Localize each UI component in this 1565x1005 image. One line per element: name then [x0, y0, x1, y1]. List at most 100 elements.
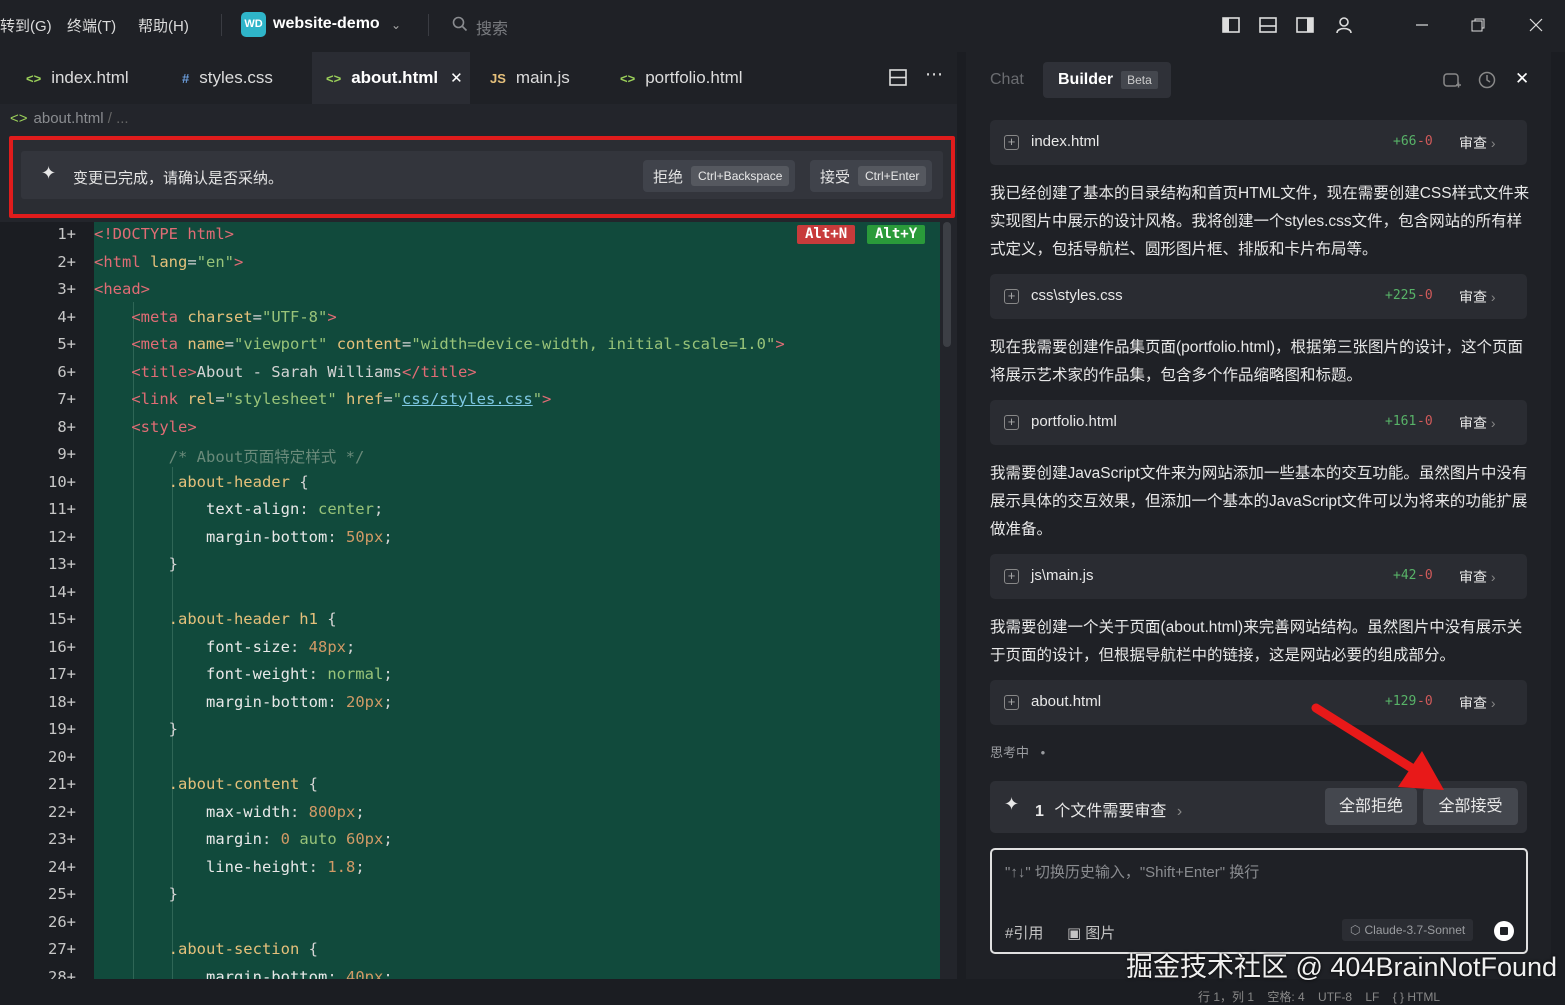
- account-icon[interactable]: [1333, 14, 1355, 36]
- review-link[interactable]: 审查 ›: [1459, 413, 1496, 433]
- more-icon[interactable]: ⋯: [925, 64, 943, 85]
- reject-hunk-button[interactable]: Alt+N: [797, 225, 856, 244]
- code-line[interactable]: }: [94, 720, 178, 738]
- code-line[interactable]: <html lang="en">: [94, 253, 243, 271]
- code-line[interactable]: .about-header h1 {: [94, 610, 337, 628]
- chevron-right-icon: ›: [1490, 135, 1496, 151]
- menu-terminal[interactable]: 终端(T): [67, 15, 116, 36]
- breadcrumb-file[interactable]: about.html: [34, 110, 104, 127]
- line-number: 21+: [48, 775, 76, 793]
- tab-styles-css[interactable]: # styles.css: [182, 52, 273, 104]
- toggle-bottom-panel-icon[interactable]: [1257, 14, 1279, 36]
- review-link[interactable]: 审查 ›: [1459, 693, 1496, 713]
- html-file-icon: <>: [326, 70, 342, 86]
- restore-icon[interactable]: [1467, 14, 1489, 36]
- accept-all-button[interactable]: 全部接受: [1423, 788, 1518, 825]
- menu-goto[interactable]: 转到(G): [0, 15, 52, 36]
- expand-icon[interactable]: +: [1004, 289, 1019, 304]
- assistant-message: 我需要创建一个关于页面(about.html)来完善网站结构。虽然图片中没有展示…: [990, 619, 1523, 664]
- search-icon[interactable]: [452, 16, 468, 32]
- code-line[interactable]: text-align: center;: [94, 500, 383, 518]
- line-number: 25+: [48, 885, 76, 903]
- html-file-icon: <>: [10, 110, 28, 127]
- code-line[interactable]: .about-section {: [94, 940, 318, 958]
- accept-button[interactable]: 接受 Ctrl+Enter: [810, 160, 933, 192]
- code-line[interactable]: margin-bottom: 20px;: [94, 693, 393, 711]
- code-line[interactable]: <meta charset="UTF-8">: [94, 308, 336, 326]
- toggle-left-panel-icon[interactable]: [1220, 14, 1242, 36]
- code-line[interactable]: .about-header {: [94, 473, 309, 491]
- tab-main-js[interactable]: JS main.js: [490, 52, 570, 104]
- code-line[interactable]: margin: 0 auto 60px;: [94, 830, 393, 848]
- file-card-styles-css[interactable]: + css\styles.css +225 -0 审查 ›: [990, 274, 1527, 319]
- close-panel-icon[interactable]: ✕: [1515, 69, 1529, 89]
- file-card-index-html[interactable]: + index.html +66 -0 审查 ›: [990, 120, 1527, 165]
- code-line[interactable]: margin-bottom: 40px;: [94, 968, 393, 980]
- close-window-icon[interactable]: [1525, 14, 1547, 36]
- minimize-icon[interactable]: [1411, 14, 1433, 36]
- line-number: 13+: [48, 555, 76, 573]
- code-editor[interactable]: 1+ 2+ 3+ 4+ 5+ 6+ 7+ 8+ 9+ 10+ 11+ 12+ 13+ 14+ 15+ 16+ 1…: [0, 222, 957, 979]
- toggle-right-panel-icon[interactable]: [1294, 14, 1316, 36]
- code-line[interactable]: font-size: 48px;: [94, 638, 355, 656]
- lines-added: +161: [1385, 414, 1417, 429]
- tab-portfolio-html[interactable]: <> portfolio.html: [620, 52, 743, 104]
- code-line[interactable]: <style>: [94, 418, 196, 436]
- file-card-portfolio-html[interactable]: + portfolio.html +161 -0 审查 ›: [990, 400, 1527, 445]
- code-line[interactable]: font-weight: normal;: [94, 665, 393, 683]
- accept-hunk-button[interactable]: Alt+Y: [867, 225, 926, 244]
- expand-icon[interactable]: +: [1004, 569, 1019, 584]
- code-line[interactable]: <meta name="viewport" content="width=dev…: [94, 335, 784, 353]
- tab-about-html[interactable]: <> about.html ✕: [312, 52, 470, 104]
- code-line[interactable]: line-height: 1.8;: [94, 858, 365, 876]
- code-line[interactable]: <!DOCTYPE html>: [94, 225, 234, 243]
- file-card-main-js[interactable]: + js\main.js +42 -0 审查 ›: [990, 554, 1527, 599]
- chevron-down-icon[interactable]: ⌄: [391, 18, 401, 32]
- reject-all-button[interactable]: 全部拒绝: [1325, 788, 1417, 825]
- file-card-about-html[interactable]: + about.html +129 -0 审查 ›: [990, 680, 1527, 725]
- search-input[interactable]: 搜索: [476, 15, 508, 39]
- tab-builder[interactable]: Builder Beta: [1043, 62, 1171, 98]
- reject-button[interactable]: 拒绝 Ctrl+Backspace: [643, 160, 796, 192]
- chat-input[interactable]: "↑↓" 切换历史输入，"Shift+Enter" 换行 #引用 ▣ 图片 ⬡ Cl…: [990, 848, 1528, 954]
- expand-icon[interactable]: +: [1004, 695, 1019, 710]
- breadcrumb[interactable]: <> about.html / ...: [10, 110, 129, 127]
- beta-badge: Beta: [1121, 71, 1158, 89]
- code-line[interactable]: <link rel="stylesheet" href="css/styles.…: [94, 390, 551, 408]
- code-line[interactable]: <head>: [94, 280, 150, 298]
- close-tab-icon[interactable]: ✕: [450, 69, 463, 87]
- code-line[interactable]: .about-content {: [94, 775, 318, 793]
- review-link[interactable]: 审查 ›: [1459, 287, 1496, 307]
- line-number: 28+: [48, 967, 76, 980]
- new-chat-icon[interactable]: [1442, 71, 1462, 91]
- review-link[interactable]: 审查 ›: [1459, 133, 1496, 153]
- expand-icon[interactable]: +: [1004, 135, 1019, 150]
- code-line[interactable]: }: [94, 555, 178, 573]
- project-name[interactable]: website-demo: [273, 15, 380, 33]
- stop-button[interactable]: [1494, 921, 1514, 941]
- editor-scrollbar[interactable]: [943, 222, 951, 347]
- image-button[interactable]: ▣ 图片: [1067, 922, 1115, 943]
- review-link[interactable]: 审查 ›: [1459, 567, 1496, 587]
- split-editor-icon[interactable]: [889, 69, 907, 86]
- tab-label: portfolio.html: [645, 68, 743, 87]
- code-line[interactable]: margin-bottom: 50px;: [94, 528, 393, 546]
- model-selector[interactable]: ⬡ Claude-3.7-Sonnet: [1342, 919, 1474, 941]
- tab-index-html[interactable]: <> index.html: [26, 52, 129, 104]
- expand-icon[interactable]: +: [1004, 415, 1019, 430]
- code-line[interactable]: <title>About - Sarah Williams</title>: [94, 363, 476, 381]
- assistant-message: 现在我需要创建作品集页面(portfolio.html)，根据第三张图片的设计，…: [990, 339, 1524, 384]
- line-number: 12+: [48, 527, 76, 546]
- cube-icon: ⬡: [1350, 923, 1361, 937]
- code-line[interactable]: }: [94, 885, 178, 903]
- dot-icon: •: [1040, 745, 1046, 760]
- tab-chat[interactable]: Chat: [990, 62, 1024, 98]
- code-line[interactable]: max-width: 800px;: [94, 803, 365, 821]
- menu-help[interactable]: 帮助(H): [138, 15, 189, 36]
- code-line[interactable]: /* About页面特定样式 */: [94, 445, 365, 467]
- pending-review-link[interactable]: 1 个文件需要审查 ›: [1035, 797, 1182, 821]
- project-badge[interactable]: WD: [241, 12, 266, 37]
- status-bar: 行 1，列 1 空格: 4 UTF-8 LF { } HTML: [0, 985, 1565, 1004]
- cite-button[interactable]: #引用: [1005, 922, 1043, 943]
- history-icon[interactable]: [1477, 70, 1497, 90]
